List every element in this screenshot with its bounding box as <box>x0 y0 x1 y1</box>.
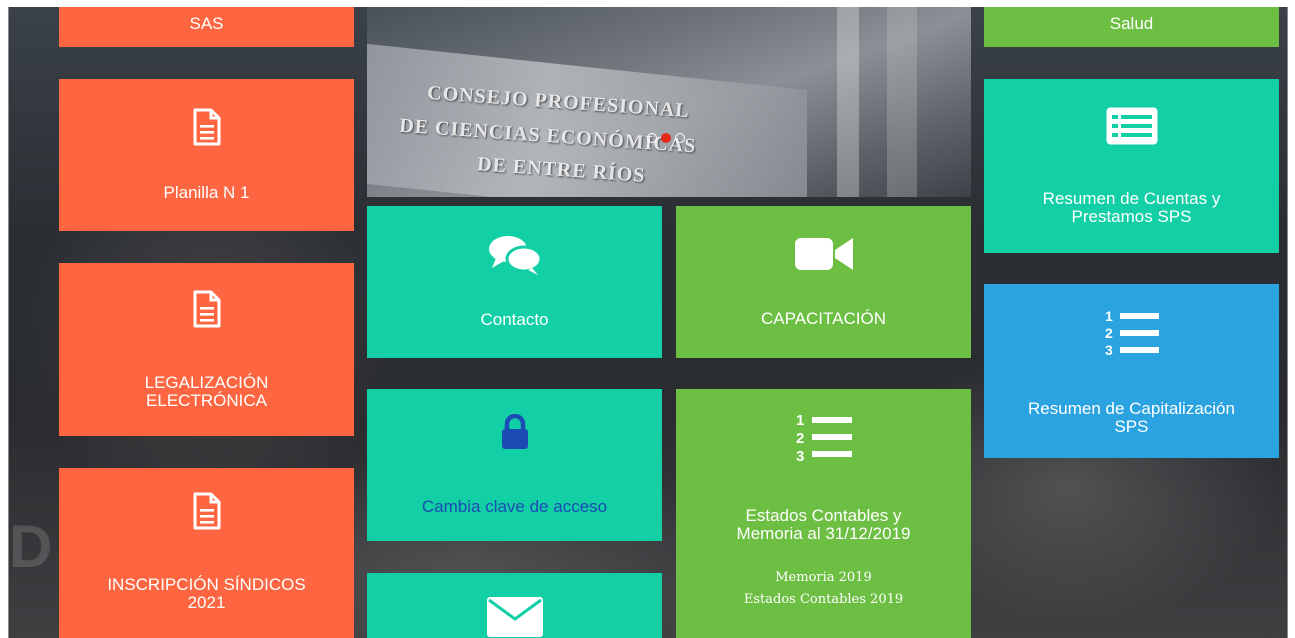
slider-dot[interactable] <box>647 133 657 143</box>
building-column <box>837 7 859 197</box>
tile-label: SAS <box>189 14 224 33</box>
tile-contacto[interactable]: Contacto <box>367 206 662 358</box>
hero-slider[interactable]: CONSEJO PROFESIONAL DE CIENCIAS ECONÓMIC… <box>367 7 971 197</box>
lock-icon <box>500 413 530 454</box>
numbered-list-icon: 123 <box>1105 306 1159 360</box>
tile-salud[interactable]: Salud <box>984 7 1279 47</box>
svg-text:2: 2 <box>796 430 804 447</box>
tile-label: Planilla N 1 <box>163 183 250 202</box>
slider-dots <box>647 133 685 143</box>
tile-label: Resumen de Cuentas y Prestamos SPS <box>1042 189 1221 226</box>
numbered-list-icon: 123 <box>796 409 852 465</box>
video-camera-icon <box>794 236 853 276</box>
tile-legalizacion[interactable]: LEGALIZACIÓN ELECTRÓNICA <box>59 263 354 436</box>
tile-cambia-clave[interactable]: Cambia clave de acceso <box>367 389 662 541</box>
tile-label: INSCRIPCIÓN SÍNDICOS 2021 <box>107 575 306 612</box>
list-card-icon <box>1105 106 1159 150</box>
svg-text:1: 1 <box>796 412 804 429</box>
tile-label: Cambia clave de acceso <box>421 497 608 516</box>
envelope-icon <box>486 597 543 638</box>
building-column <box>887 7 917 197</box>
tile-resumen-capitalizacion[interactable]: 123 Resumen de Capitalización SPS <box>984 284 1279 458</box>
tile-email[interactable] <box>367 573 662 638</box>
document-icon <box>192 492 222 534</box>
tile-sindicos[interactable]: INSCRIPCIÓN SÍNDICOS 2021 <box>59 468 354 638</box>
document-icon <box>192 108 222 150</box>
tile-label: Resumen de Capitalización SPS <box>1028 399 1235 436</box>
svg-text:2: 2 <box>1105 325 1113 341</box>
tile-resumen-cuentas[interactable]: Resumen de Cuentas y Prestamos SPS <box>984 79 1279 253</box>
tile-estados-contables[interactable]: 123 Estados Contables y Memoria al 31/12… <box>676 389 971 638</box>
estados-contables-2019-link[interactable]: Estados Contables 2019 <box>744 589 903 611</box>
tile-label: Contacto <box>480 310 549 329</box>
chat-bubbles-icon <box>488 235 542 279</box>
svg-text:1: 1 <box>1105 308 1113 324</box>
tile-label: LEGALIZACIÓN ELECTRÓNICA <box>144 372 269 410</box>
tile-sas[interactable]: SAS <box>59 7 354 47</box>
svg-text:3: 3 <box>796 448 804 461</box>
tile-planilla[interactable]: Planilla N 1 <box>59 79 354 231</box>
memoria-2019-link[interactable]: Memoria 2019 <box>775 567 872 589</box>
tile-label: Estados Contables y Memoria al 31/12/201… <box>736 506 911 543</box>
tile-label: CAPACITACIÓN <box>761 309 886 328</box>
slider-dot-active[interactable] <box>661 133 671 143</box>
tile-capacitacion[interactable]: CAPACITACIÓN <box>676 206 971 358</box>
svg-text:3: 3 <box>1105 342 1113 356</box>
document-icon <box>192 290 222 332</box>
tile-label: Salud <box>1109 14 1154 33</box>
slider-dot[interactable] <box>675 133 685 143</box>
tiles-grid: D AS ECO SAS Planilla N 1 LEGALIZACIÓN E… <box>8 7 1288 638</box>
